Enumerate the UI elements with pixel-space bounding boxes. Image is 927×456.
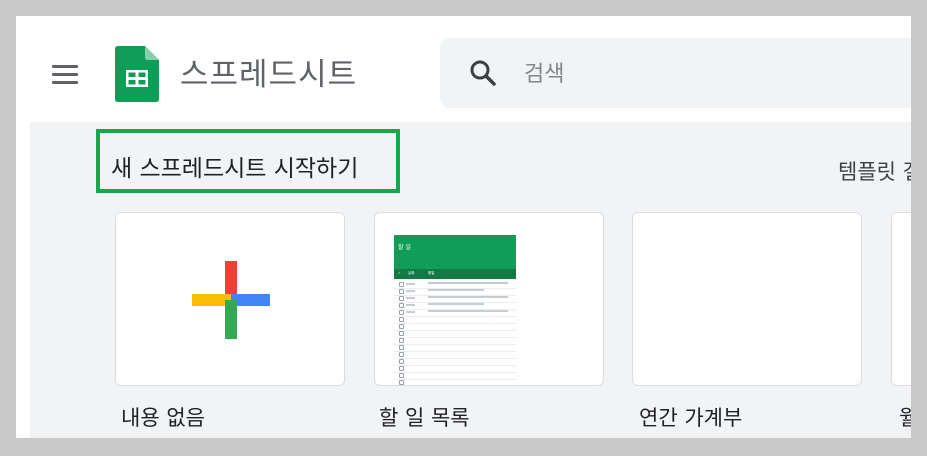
plus-icon [192,261,270,339]
sheets-home-window: 스프레드시트 새 스프레드시트 시작하기 템플릿 갤 내용 없음 할 일 [16,16,911,438]
thumbnail-col-check: ✓ [398,271,401,275]
thumbnail-column-header: ✓ 날짜 할일 [394,269,516,279]
search-bar[interactable] [440,38,911,108]
template-label-monthly[interactable]: 월간 [899,402,911,432]
search-icon[interactable] [468,58,498,88]
template-card-blank[interactable] [115,212,345,386]
thumbnail-col-date: 날짜 [408,271,415,275]
template-label-blank[interactable]: 내용 없음 [121,402,205,432]
search-input[interactable] [522,56,911,92]
template-label-todo-list[interactable]: 할 일 목록 [379,402,470,432]
template-card-monthly[interactable] [891,212,911,386]
start-new-spreadsheet-heading: 새 스프레드시트 시작하기 [96,129,400,193]
app-header: 스프레드시트 [16,16,911,122]
sheets-logo-icon[interactable] [115,46,159,102]
todo-list-thumbnail: 할 일 ✓ 날짜 할일 [394,235,516,385]
thumbnail-header: 할 일 [394,235,516,269]
template-gallery-link[interactable]: 템플릿 갤 [838,156,911,186]
thumbnail-title: 할 일 [398,244,411,251]
thumbnail-row [394,379,516,385]
app-title[interactable]: 스프레드시트 [180,49,357,94]
template-label-annual-budget[interactable]: 연간 가계부 [639,402,742,432]
template-card-annual-budget[interactable] [632,212,862,386]
template-card-todo-list[interactable]: 할 일 ✓ 날짜 할일 [374,212,604,386]
section-title-text: 새 스프레드시트 시작하기 [111,156,359,182]
main-menu-button[interactable] [50,62,80,86]
thumbnail-col-task: 할일 [428,271,435,275]
